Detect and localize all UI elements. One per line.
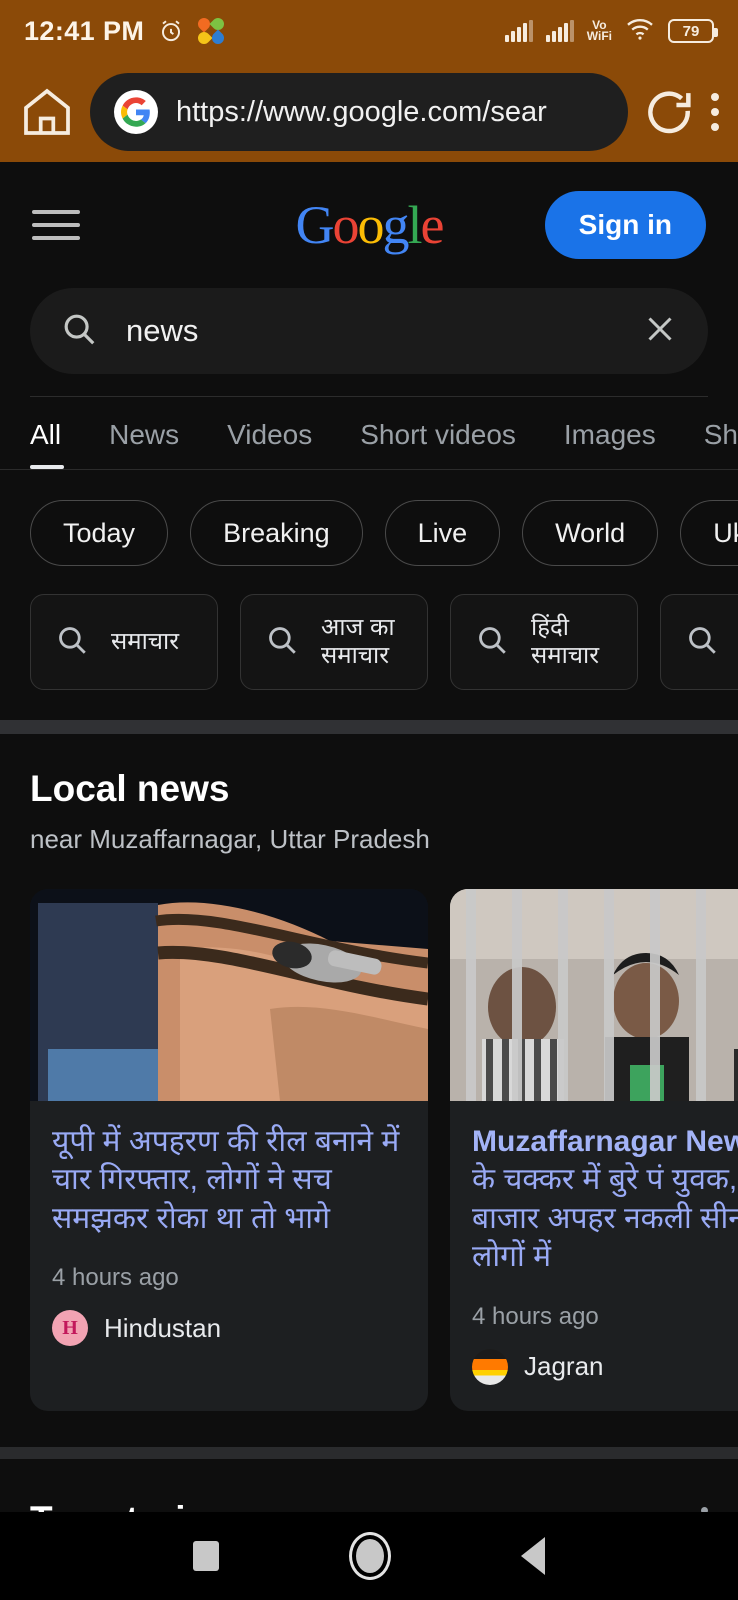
android-navigation-bar (0, 1512, 738, 1600)
triangle-back-icon[interactable] (521, 1537, 545, 1575)
tab-short-videos[interactable]: Short videos (360, 419, 516, 469)
news-card-title: यूपी में अपहरण की रील बनाने में चार गिरफ… (52, 1125, 400, 1235)
related-search-label: हिंदी समाचार (531, 613, 600, 669)
search-tabs: All News Videos Short videos Images Shop (0, 397, 738, 469)
tab-all[interactable]: All (30, 419, 65, 469)
news-card-image (30, 889, 428, 1101)
url-bar[interactable]: https://www.google.com/sear (90, 73, 628, 151)
jagran-logo (472, 1348, 508, 1385)
cellular-signal-icon (504, 20, 533, 42)
chip-breaking[interactable]: Breaking (190, 500, 363, 566)
logo-letter: g (382, 195, 410, 255)
local-news-section: Local news near Muzaffarnagar, Uttar Pra… (0, 734, 738, 855)
wifi-icon (625, 17, 655, 46)
search-box[interactable]: news (30, 288, 708, 374)
related-searches: समाचार आज का समाचार हिंदी समाचार सम दि (0, 566, 738, 720)
browser-toolbar: https://www.google.com/sear (0, 62, 738, 162)
related-search-item[interactable]: हिंदी समाचार (450, 594, 638, 690)
news-card-source: Jagran (450, 1331, 738, 1411)
local-news-subtitle: near Muzaffarnagar, Uttar Pradesh (30, 824, 430, 854)
chip-live[interactable]: Live (384, 500, 501, 566)
search-icon (60, 310, 98, 353)
chip-world[interactable]: World (522, 500, 659, 566)
related-search-item[interactable]: सम दि (660, 594, 738, 690)
phone-screen: 12:41 PM Vo WiFi 79 https://www.google.c… (0, 0, 738, 1600)
google-header: Google Sign in (0, 162, 738, 288)
tab-images[interactable]: Images (564, 419, 656, 469)
related-search-item[interactable]: आज का समाचार (240, 594, 428, 690)
chip-today[interactable]: Today (30, 500, 169, 566)
filter-chips: Today Breaking Live World Ukraine M (0, 470, 738, 566)
related-search-item[interactable]: समाचार (30, 594, 218, 690)
news-card[interactable]: Muzaffarnagar New बनाने के चक्कर में बुर… (450, 889, 738, 1411)
news-card[interactable]: यूपी में अपहरण की रील बनाने में चार गिरफ… (30, 889, 428, 1411)
status-time: 12:41 PM (24, 15, 145, 46)
section-separator (0, 720, 738, 734)
flower-app-icon (195, 15, 227, 47)
tab-news[interactable]: News (109, 419, 179, 469)
tab-shopping[interactable]: Shop (704, 419, 738, 469)
section-separator (0, 1446, 738, 1459)
circle-home-icon[interactable] (349, 1532, 391, 1580)
tab-videos[interactable]: Videos (227, 419, 312, 469)
clear-search-icon[interactable] (642, 311, 678, 352)
related-search-label: समाचार (111, 627, 180, 655)
news-source-name: Jagran (524, 1351, 604, 1382)
news-card-title-highlight: Muzaffarnagar New (472, 1125, 738, 1158)
news-card-time: 4 hours ago (472, 1302, 599, 1330)
logo-letter: o (332, 195, 360, 255)
search-area: news (0, 288, 738, 397)
search-icon (265, 623, 299, 662)
chip-ukraine[interactable]: Ukraine (680, 500, 738, 566)
local-news-title: Local news (30, 768, 230, 809)
logo-letter: e (420, 195, 445, 255)
browser-menu-icon[interactable] (710, 93, 720, 131)
reload-icon[interactable] (642, 85, 696, 139)
volte-wifi-icon: Vo WiFi (586, 19, 612, 43)
hindustan-logo: H (52, 1310, 88, 1347)
news-card-title: Muzaffarnagar New बनाने के चक्कर में बुर… (450, 1101, 738, 1277)
logo-letter: G (295, 195, 335, 255)
home-icon[interactable] (18, 84, 76, 140)
status-bar-right: Vo WiFi 79 (504, 17, 718, 46)
square-recents-icon[interactable] (193, 1541, 219, 1571)
google-favicon (114, 90, 158, 134)
alarm-clock-icon (158, 18, 184, 44)
local-news-carousel: यूपी में अपहरण की रील बनाने में चार गिरफ… (0, 855, 738, 1447)
wifi-calling-label: WiFi (586, 29, 612, 43)
logo-letter: o (357, 195, 385, 255)
search-icon (475, 623, 509, 662)
sign-in-button[interactable]: Sign in (544, 191, 706, 259)
search-input[interactable]: news (126, 313, 614, 349)
status-bar: 12:41 PM Vo WiFi 79 (0, 0, 738, 62)
news-card-time: 4 hours ago (52, 1264, 179, 1292)
url-text: https://www.google.com/sear (176, 95, 547, 128)
news-source-name: Hindustan (104, 1312, 222, 1343)
battery-indicator: 79 (668, 19, 718, 43)
hamburger-menu-icon[interactable] (32, 210, 80, 240)
status-bar-left: 12:41 PM (24, 15, 227, 47)
news-card-source: H Hindustan (30, 1292, 428, 1372)
search-icon (55, 623, 89, 662)
related-search-label: आज का समाचार (321, 613, 395, 669)
battery-percent: 79 (682, 22, 700, 40)
search-icon (685, 623, 719, 662)
logo-letter: l (407, 195, 423, 255)
cellular-signal-icon (545, 20, 574, 42)
news-card-image (450, 889, 738, 1101)
